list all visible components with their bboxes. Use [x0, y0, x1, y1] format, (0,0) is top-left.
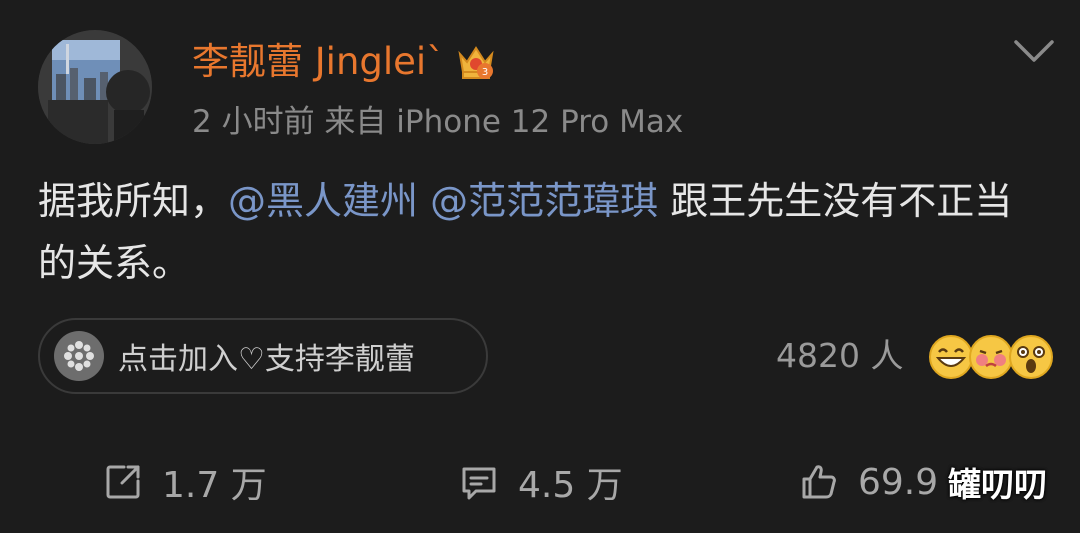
thumbs-up-icon	[802, 465, 836, 499]
post-content: 据我所知，@黑人建州 @范范范瑋琪 跟王先生没有不正当的关系。	[38, 170, 1048, 294]
repost-count: 1.7 万	[162, 465, 267, 506]
comment-icon	[462, 467, 496, 500]
post-meta: 2 小时前 来自 iPhone 12 Pro Max	[192, 104, 684, 140]
flower-icon	[54, 331, 104, 381]
avatar[interactable]	[38, 30, 152, 144]
content-text: 据我所知，	[38, 179, 229, 223]
support-button[interactable]: 点击加入♡支持李靓蕾	[38, 318, 488, 394]
like-count: 69.9	[858, 461, 939, 503]
username[interactable]: 李靓蕾 Jingleiˋ	[192, 38, 445, 86]
surprised-emoji-icon	[1009, 335, 1053, 379]
mention-link[interactable]: @范范范瑋琪	[430, 179, 658, 223]
svg-text:3: 3	[482, 67, 488, 78]
avatar-image	[38, 30, 152, 144]
watermark: 罐叨叨	[948, 465, 1047, 504]
repost-button[interactable]: 1.7 万	[102, 450, 267, 514]
like-button[interactable]: 69.9	[798, 450, 938, 514]
action-bar: 1.7 万 4.5 万 69.9	[0, 450, 1080, 514]
reaction-emojis[interactable]	[928, 334, 1053, 382]
support-label: 点击加入♡支持李靓蕾	[118, 342, 415, 377]
crown-badge-icon[interactable]: 3	[455, 40, 497, 84]
reaction-count[interactable]: 4820 人	[776, 332, 903, 380]
mention-link[interactable]: @黑人建州	[228, 179, 418, 223]
username-row: 李靓蕾 Jingleiˋ 3	[192, 38, 497, 86]
comment-button[interactable]: 4.5 万	[458, 450, 623, 514]
weibo-post: 李靓蕾 Jingleiˋ 3 2 小时前 来自 iPhone 12 Pro Ma…	[0, 0, 1080, 533]
share-icon	[106, 465, 140, 499]
comment-count: 4.5 万	[518, 465, 623, 506]
chevron-down-icon[interactable]	[1012, 36, 1056, 66]
